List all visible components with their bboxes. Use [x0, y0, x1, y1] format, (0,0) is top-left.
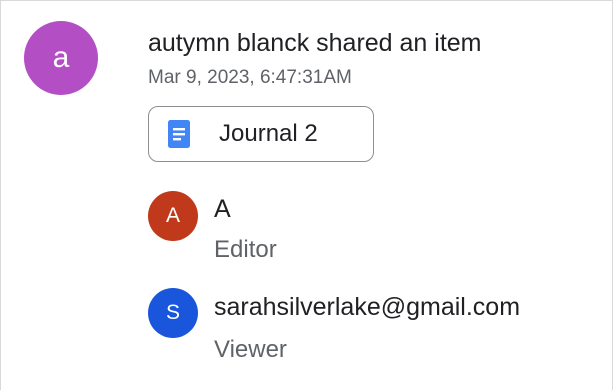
google-docs-icon — [168, 120, 190, 148]
person-avatar-initial: S — [165, 301, 180, 324]
person-name: A — [214, 195, 231, 223]
activity-timestamp: Mar 9, 2023, 6:47:31AM — [148, 67, 352, 88]
person-role: Viewer — [214, 336, 287, 363]
actor-avatar-initial: a — [52, 41, 70, 74]
shared-item-name: Journal 2 — [219, 120, 318, 147]
shared-item-chip[interactable]: Journal 2 — [148, 106, 374, 162]
activity-title: autymn blanck shared an item — [148, 29, 482, 57]
person-email: sarahsilverlake@gmail.com — [214, 293, 521, 321]
actor-avatar: a — [24, 21, 98, 95]
activity-card: a autymn blanck shared an item Mar 9, 20… — [0, 0, 613, 390]
person-avatar: S — [148, 288, 198, 338]
person-avatar: A — [148, 191, 198, 241]
person-avatar-initial: A — [165, 204, 180, 227]
person-role: Editor — [214, 236, 277, 263]
